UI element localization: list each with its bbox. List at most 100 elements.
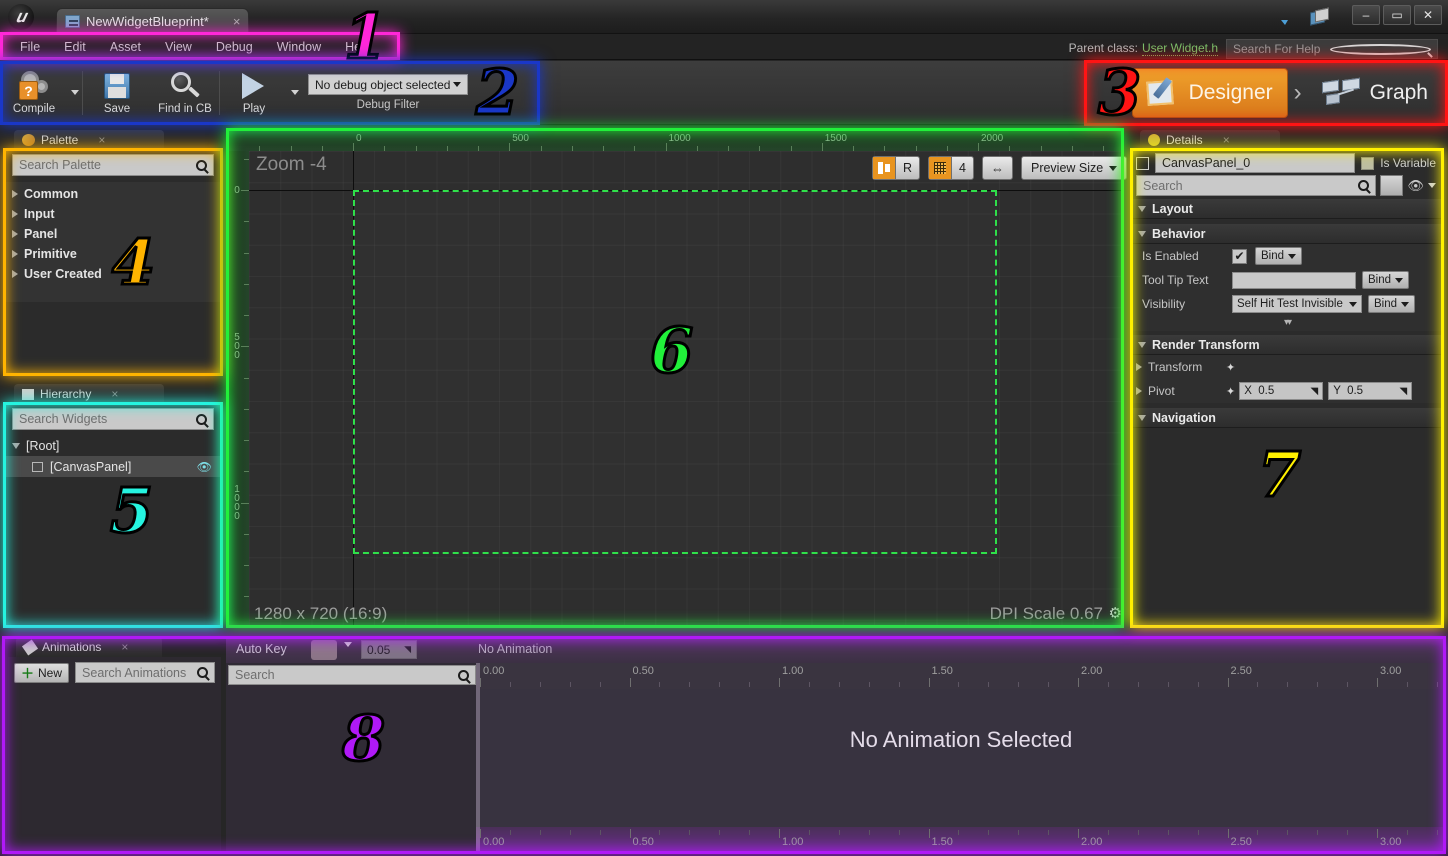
menu-item-edit[interactable]: Edit xyxy=(52,37,98,57)
timeline-ruler-top[interactable]: 0.00 0.50 1.00 1.50 2.00 2.50 3.00 xyxy=(476,663,1446,689)
timeline-tick-minor xyxy=(689,682,691,687)
timeline-tick-minor xyxy=(1406,682,1408,687)
object-name-field[interactable]: CanvasPanel_0 xyxy=(1155,153,1356,173)
section-navigation[interactable]: Navigation xyxy=(1132,408,1442,428)
details-close-icon[interactable]: × xyxy=(1223,133,1230,147)
pivot-x-drag-icon[interactable]: ◥ xyxy=(1311,386,1319,397)
timeline-track-area[interactable] xyxy=(476,689,1446,827)
palette-tab[interactable]: Palette × xyxy=(14,130,164,150)
new-animation-button[interactable]: ＋ New xyxy=(14,662,70,683)
timeline-ruler-bottom[interactable]: 0.00 0.50 1.00 1.50 2.00 2.50 3.00 xyxy=(476,827,1446,853)
palette-close-icon[interactable]: × xyxy=(98,133,105,147)
auto-key-toggle-icon[interactable] xyxy=(311,640,337,660)
hierarchy-search-input[interactable]: Search Widgets xyxy=(12,408,214,430)
compile-options-dropdown[interactable] xyxy=(68,63,82,123)
section-behavior[interactable]: Behavior xyxy=(1132,224,1442,244)
tool-tip-bind-button[interactable]: Bind xyxy=(1362,271,1410,289)
menu-item-asset[interactable]: Asset xyxy=(98,37,153,57)
is-enabled-checkbox[interactable]: ✔ xyxy=(1232,248,1247,264)
dpi-settings-gear-icon[interactable]: ⚙ xyxy=(1109,604,1122,622)
documentation-books-icon[interactable] xyxy=(1310,9,1330,27)
designer-canvas[interactable] xyxy=(249,151,1121,625)
hierarchy-tab[interactable]: Hierarchy × xyxy=(14,384,164,404)
pivot-reset-icon[interactable]: ✦ xyxy=(1226,385,1235,398)
menu-item-view[interactable]: View xyxy=(153,37,204,57)
section-navigation-label: Navigation xyxy=(1152,410,1216,425)
debug-object-select[interactable]: No debug object selected xyxy=(308,74,468,95)
tab-designer[interactable]: Designer xyxy=(1131,68,1288,118)
animations-search-placeholder: Search Animations xyxy=(82,665,187,680)
visibility-select[interactable]: Self Hit Test Invisible xyxy=(1232,295,1362,313)
transform-reset-icon[interactable]: ✦ xyxy=(1226,361,1235,374)
sequencer-search-input[interactable]: Search xyxy=(228,665,476,685)
plus-icon: ＋ xyxy=(21,666,35,681)
pivot-y-field[interactable]: Y 0.5 ◥ xyxy=(1328,382,1413,400)
hierarchy-node-canvaspanel[interactable]: [CanvasPanel] 👁 xyxy=(6,456,220,477)
preview-size-button[interactable]: Preview Size xyxy=(1020,156,1128,180)
compile-button[interactable]: ? Compile xyxy=(0,63,68,123)
feedback-bubble-icon[interactable] xyxy=(1278,9,1298,27)
details-search-input[interactable]: Search xyxy=(1136,175,1377,196)
pivot-x-field[interactable]: X 0.5 ◥ xyxy=(1239,382,1324,400)
palette-category-panel[interactable]: Panel xyxy=(6,224,220,244)
expand-advanced-button[interactable]: ▾▾ xyxy=(1132,316,1442,331)
screen-fill-icon xyxy=(873,157,896,179)
unreal-engine-logo-icon: 𝒖 xyxy=(8,4,34,30)
palette-category-input[interactable]: Input xyxy=(6,204,220,224)
debug-object-value: No debug object selected xyxy=(315,77,451,92)
hierarchy-close-icon[interactable]: × xyxy=(111,387,118,401)
pivot-label: Pivot xyxy=(1148,384,1175,398)
fill-screen-button[interactable]: ⇔ xyxy=(981,156,1013,180)
animations-search-input[interactable]: Search Animations xyxy=(75,662,215,683)
document-tab[interactable]: NewWidgetBlueprint* × xyxy=(56,8,250,34)
save-button[interactable]: Save xyxy=(83,63,151,123)
document-tab-close-icon[interactable]: × xyxy=(233,14,241,29)
animations-close-icon[interactable]: × xyxy=(121,640,128,654)
palette-category-primitive[interactable]: Primitive xyxy=(6,244,220,264)
details-view-options-grid-icon[interactable] xyxy=(1380,175,1404,196)
section-render-transform[interactable]: Render Transform xyxy=(1132,335,1442,355)
snap-interval-field[interactable]: 0.05 ◥ xyxy=(361,640,417,659)
property-pivot: Pivot ✦ X 0.5 ◥ Y 0.5 ◥ xyxy=(1132,379,1442,403)
details-tab[interactable]: Details × xyxy=(1140,130,1280,150)
play-button[interactable]: Play xyxy=(220,63,288,123)
menu-item-help[interactable]: Help xyxy=(333,37,383,57)
canvas-panel-widget-bounds[interactable] xyxy=(353,190,997,554)
chevron-down-icon-details[interactable] xyxy=(1428,183,1436,188)
chevron-right-icon xyxy=(12,230,18,238)
chevron-right-icon-transform[interactable] xyxy=(1136,363,1142,371)
screen-size-toggle-button[interactable]: R xyxy=(872,156,921,180)
details-visibility-eye-icon[interactable]: 👁 xyxy=(1407,178,1424,194)
visibility-bind-button[interactable]: Bind xyxy=(1368,295,1416,313)
palette-category-common[interactable]: Common xyxy=(6,184,220,204)
animations-tab[interactable]: Animations × xyxy=(16,637,162,657)
find-in-content-browser-button[interactable]: Find in CB xyxy=(151,63,219,123)
tab-graph[interactable]: Graph xyxy=(1308,68,1442,118)
help-search-field[interactable]: Search For Help xyxy=(1226,39,1438,59)
hierarchy-node-root[interactable]: [Root] xyxy=(6,436,220,456)
pivot-y-drag-icon[interactable]: ◥ xyxy=(1400,386,1408,397)
chevron-down-icon-autokey xyxy=(344,642,352,664)
auto-key-dropdown[interactable] xyxy=(344,642,352,665)
timeline-tick-minor xyxy=(749,830,751,835)
timeline-tick-minor xyxy=(898,830,900,835)
palette-search-input[interactable]: Search Palette xyxy=(12,154,214,176)
timeline-label: 0.50 xyxy=(632,665,654,677)
menu-item-debug[interactable]: Debug xyxy=(204,37,265,57)
parent-class-value[interactable]: User Widget.h xyxy=(1141,41,1218,56)
playhead[interactable] xyxy=(476,663,480,853)
close-button[interactable]: ✕ xyxy=(1414,5,1442,25)
section-layout[interactable]: Layout xyxy=(1132,199,1442,219)
chevron-right-icon-pivot[interactable] xyxy=(1136,387,1142,395)
minimize-button[interactable]: – xyxy=(1352,5,1380,25)
is-enabled-bind-button[interactable]: Bind xyxy=(1255,247,1303,265)
grid-snap-button[interactable]: 4 xyxy=(928,156,974,180)
menu-item-window[interactable]: Window xyxy=(265,37,333,57)
visibility-eye-icon[interactable]: 👁 xyxy=(197,460,212,474)
play-options-dropdown[interactable] xyxy=(288,63,302,123)
tool-tip-text-input[interactable] xyxy=(1232,271,1356,289)
menu-item-file[interactable]: File xyxy=(8,37,52,57)
maximize-button[interactable]: ▭ xyxy=(1383,5,1411,25)
is-variable-checkbox[interactable] xyxy=(1361,156,1375,170)
palette-category-user-created[interactable]: User Created xyxy=(6,264,220,284)
